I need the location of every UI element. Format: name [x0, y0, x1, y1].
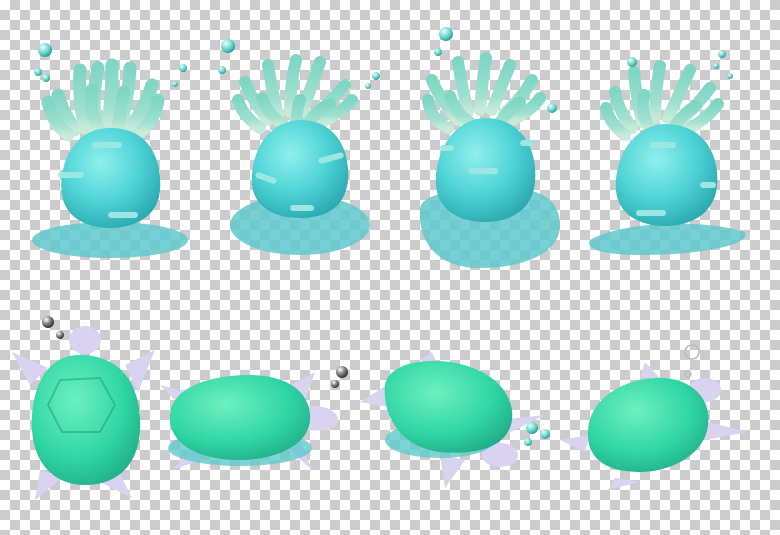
anemone-tentacles	[232, 54, 358, 136]
turtle-head	[69, 326, 101, 354]
anemone-body	[251, 120, 349, 218]
turtle-shell	[31, 355, 141, 485]
sea-turtle-2	[160, 366, 348, 470]
turtle-shell	[587, 377, 709, 472]
sea-anemone-3	[419, 27, 560, 268]
sea-anemone-1	[32, 43, 188, 258]
sea-turtle-3	[360, 352, 550, 488]
transparent-checkerboard-canvas	[0, 0, 780, 535]
sea-anemone-2	[218, 39, 380, 255]
sea-turtle-4	[560, 344, 748, 490]
sea-turtle-1	[12, 316, 155, 500]
anemone-body	[615, 124, 718, 226]
anemone-tentacles	[41, 58, 165, 142]
turtle-shell	[169, 375, 311, 460]
anemone-tentacles	[422, 52, 546, 134]
sea-anemone-4	[589, 50, 746, 255]
illustration	[12, 27, 748, 500]
